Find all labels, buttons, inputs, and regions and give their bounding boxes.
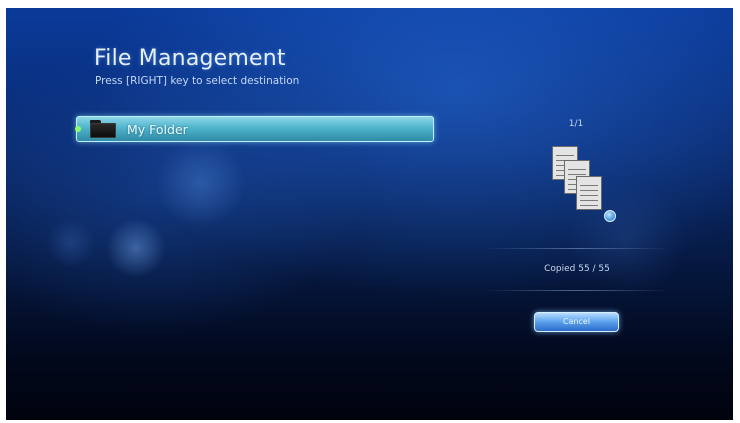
background-light-spot	[156, 138, 246, 228]
folder-list-item-my-folder[interactable]: My Folder	[75, 116, 434, 142]
page-subtitle: Press [RIGHT] key to select destination	[95, 75, 300, 87]
divider	[484, 248, 670, 249]
divider	[484, 290, 670, 291]
folder-label: My Folder	[127, 121, 188, 137]
file-management-screen: File Management Press [RIGHT] key to sel…	[6, 8, 733, 420]
background-light-spot	[46, 218, 96, 268]
copy-files-icon	[550, 146, 620, 226]
selection-marker-icon	[75, 126, 81, 132]
page-title: File Management	[94, 46, 286, 71]
cancel-button[interactable]: Cancel	[534, 312, 619, 332]
page-indicator: 1/1	[568, 119, 584, 129]
background-light-spot	[106, 218, 166, 278]
copy-status-text: Copied 55 / 55	[544, 264, 610, 274]
folder-icon	[90, 120, 116, 138]
